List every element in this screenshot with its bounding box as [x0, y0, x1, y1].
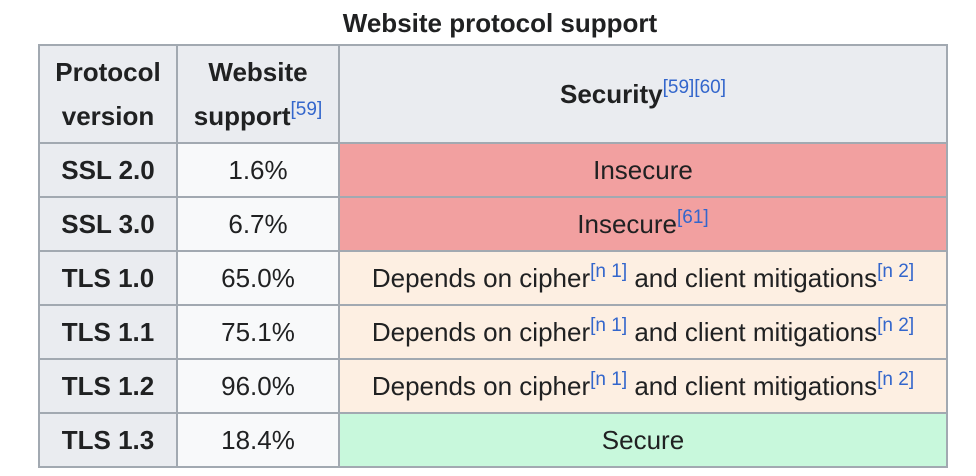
- row-security-secure: Secure: [338, 412, 948, 468]
- header-protocol-label: Protocol: [55, 57, 161, 87]
- ref-61-link[interactable]: [61]: [677, 207, 709, 228]
- row-version: TLS 1.2: [38, 358, 178, 414]
- header-security: Security[59][60]: [338, 44, 948, 144]
- header-support-label: support: [193, 101, 291, 131]
- table-row-ssl30: SSL 3.0 6.7% Insecure[61]: [38, 196, 948, 252]
- header-version-label: version: [61, 101, 155, 131]
- row-support: 18.4%: [176, 412, 340, 468]
- row-security-depends: Depends on cipher[n 1] and client mitiga…: [338, 250, 948, 306]
- security-text-a: Depends on cipher: [371, 316, 591, 347]
- row-version: TLS 1.1: [38, 304, 178, 360]
- row-version: TLS 1.0: [38, 250, 178, 306]
- table-caption: Website protocol support: [342, 8, 658, 38]
- row-version: TLS 1.3: [38, 412, 178, 468]
- row-security-insecure: Insecure[61]: [338, 196, 948, 252]
- ref-60-security-link[interactable]: [60]: [694, 77, 726, 98]
- note-n1-link[interactable]: [n 1]: [590, 369, 627, 390]
- header-website-support: Website support[59]: [176, 44, 340, 144]
- header-website-label: Website: [208, 57, 308, 87]
- row-security-depends: Depends on cipher[n 1] and client mitiga…: [338, 358, 948, 414]
- row-support: 75.1%: [176, 304, 340, 360]
- row-support: 6.7%: [176, 196, 340, 252]
- row-support: 1.6%: [176, 142, 340, 198]
- security-text: Secure: [601, 424, 685, 455]
- row-support: 96.0%: [176, 358, 340, 414]
- security-text-a: Depends on cipher: [371, 370, 591, 401]
- row-support: 65.0%: [176, 250, 340, 306]
- note-n2-link[interactable]: [n 2]: [877, 261, 914, 282]
- table-row-tls13: TLS 1.3 18.4% Secure: [38, 412, 948, 468]
- row-version: SSL 3.0: [38, 196, 178, 252]
- ref-59-security-link[interactable]: [59]: [663, 77, 695, 98]
- row-security-depends: Depends on cipher[n 1] and client mitiga…: [338, 304, 948, 360]
- security-text-b: and client mitigations: [627, 262, 878, 293]
- row-version: SSL 2.0: [38, 142, 178, 198]
- security-text: Insecure: [593, 154, 693, 185]
- security-text-b: and client mitigations: [627, 316, 878, 347]
- table-row-ssl20: SSL 2.0 1.6% Insecure: [38, 142, 948, 198]
- row-security-insecure: Insecure: [338, 142, 948, 198]
- note-n2-link[interactable]: [n 2]: [877, 369, 914, 390]
- table-row-tls12: TLS 1.2 96.0% Depends on cipher[n 1] and…: [38, 358, 948, 414]
- header-protocol-version: Protocol version: [38, 44, 178, 144]
- note-n2-link[interactable]: [n 2]: [877, 315, 914, 336]
- note-n1-link[interactable]: [n 1]: [590, 315, 627, 336]
- security-text-a: Depends on cipher: [371, 262, 591, 293]
- protocol-support-table: Protocol version Website support[59] Sec…: [38, 44, 948, 468]
- ref-59-support-link[interactable]: [59]: [291, 99, 323, 120]
- note-n1-link[interactable]: [n 1]: [590, 261, 627, 282]
- header-row: Protocol version Website support[59] Sec…: [38, 44, 948, 144]
- security-text-b: and client mitigations: [627, 370, 878, 401]
- table-row-tls10: TLS 1.0 65.0% Depends on cipher[n 1] and…: [38, 250, 948, 306]
- security-text: Insecure: [577, 208, 678, 239]
- table-row-tls11: TLS 1.1 75.1% Depends on cipher[n 1] and…: [38, 304, 948, 360]
- header-security-label: Security: [559, 79, 663, 109]
